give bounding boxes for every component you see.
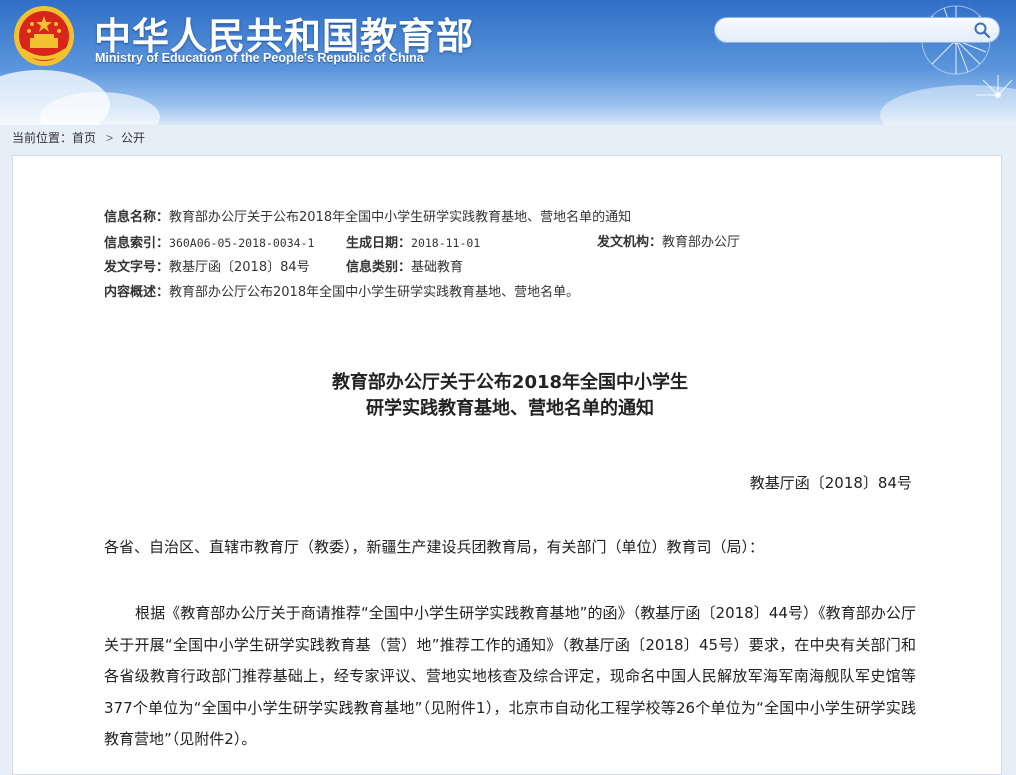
index-label: 信息索引： bbox=[104, 236, 170, 251]
info-name-label: 信息名称： bbox=[104, 210, 170, 225]
national-emblem-icon bbox=[14, 6, 74, 66]
site-header: 中华人民共和国教育部 Ministry of Education of the … bbox=[0, 0, 1016, 125]
index-value: 360A06-05-2018-0034-1 bbox=[169, 236, 315, 250]
document-title: 教育部办公厅关于公布2018年全国中小学生 研学实践教育基地、营地名单的通知 bbox=[104, 370, 916, 422]
breadcrumb-public-link[interactable]: 公开 bbox=[121, 129, 145, 146]
chevron-right-icon: > bbox=[106, 131, 114, 145]
issuer-value: 教育部办公厅 bbox=[662, 235, 741, 250]
info-name-value: 教育部办公厅关于公布2018年全国中小学生研学实践教育基地、营地名单的通知 bbox=[169, 210, 632, 225]
meta-row-summary: 内容概述：教育部办公厅公布2018年全国中小学生研学实践教育基地、营地名单。 bbox=[104, 284, 579, 302]
issuer-label: 发文机构： bbox=[597, 235, 663, 250]
document-title-line2: 研学实践教育基地、营地名单的通知 bbox=[366, 398, 654, 419]
document-title-line1: 教育部办公厅关于公布2018年全国中小学生 bbox=[331, 372, 689, 393]
search-box bbox=[714, 17, 1000, 43]
date-label: 生成日期： bbox=[346, 236, 412, 251]
meta-row-name: 信息名称：教育部办公厅关于公布2018年全国中小学生研学实践教育基地、营地名单的… bbox=[104, 209, 631, 227]
meta-row-docno: 发文字号：教基厅函〔2018〕84号 bbox=[104, 259, 310, 277]
meta-row-index: 信息索引：360A06-05-2018-0034-1 bbox=[104, 234, 314, 252]
search-input[interactable] bbox=[727, 21, 971, 41]
breadcrumb: 当前位置：首页 > 公开 bbox=[12, 129, 145, 146]
date-value: 2018-11-01 bbox=[411, 236, 481, 250]
meta-row-category: 信息类别：基础教育 bbox=[346, 259, 463, 277]
meta-row-date: 生成日期：2018-11-01 bbox=[346, 234, 480, 252]
doc-no-value: 教基厅函〔2018〕84号 bbox=[169, 260, 310, 275]
summary-value: 教育部办公厅公布2018年全国中小学生研学实践教育基地、营地名单。 bbox=[169, 285, 580, 300]
search-icon[interactable] bbox=[973, 21, 991, 39]
breadcrumb-home-link[interactable]: 首页 bbox=[72, 129, 96, 146]
breadcrumb-prefix: 当前位置： bbox=[12, 131, 73, 145]
category-label: 信息类别： bbox=[346, 260, 412, 275]
meta-row-issuer: 发文机构：教育部办公厅 bbox=[597, 234, 740, 252]
document-paragraph: 根据《教育部办公厅关于商请推荐“全国中小学生研学实践教育基地”的函》（教基厅函〔… bbox=[104, 604, 916, 748]
document-salutation: 各省、自治区、直辖市教育厅（教委），新疆生产建设兵团教育局，有关部门（单位）教育… bbox=[104, 538, 765, 556]
site-subtitle: Ministry of Education of the People's Re… bbox=[95, 51, 424, 65]
summary-label: 内容概述： bbox=[104, 285, 170, 300]
category-value: 基础教育 bbox=[411, 260, 464, 275]
doc-no-label: 发文字号： bbox=[104, 260, 170, 275]
document-number: 教基厅函〔2018〕84号 bbox=[749, 474, 912, 492]
